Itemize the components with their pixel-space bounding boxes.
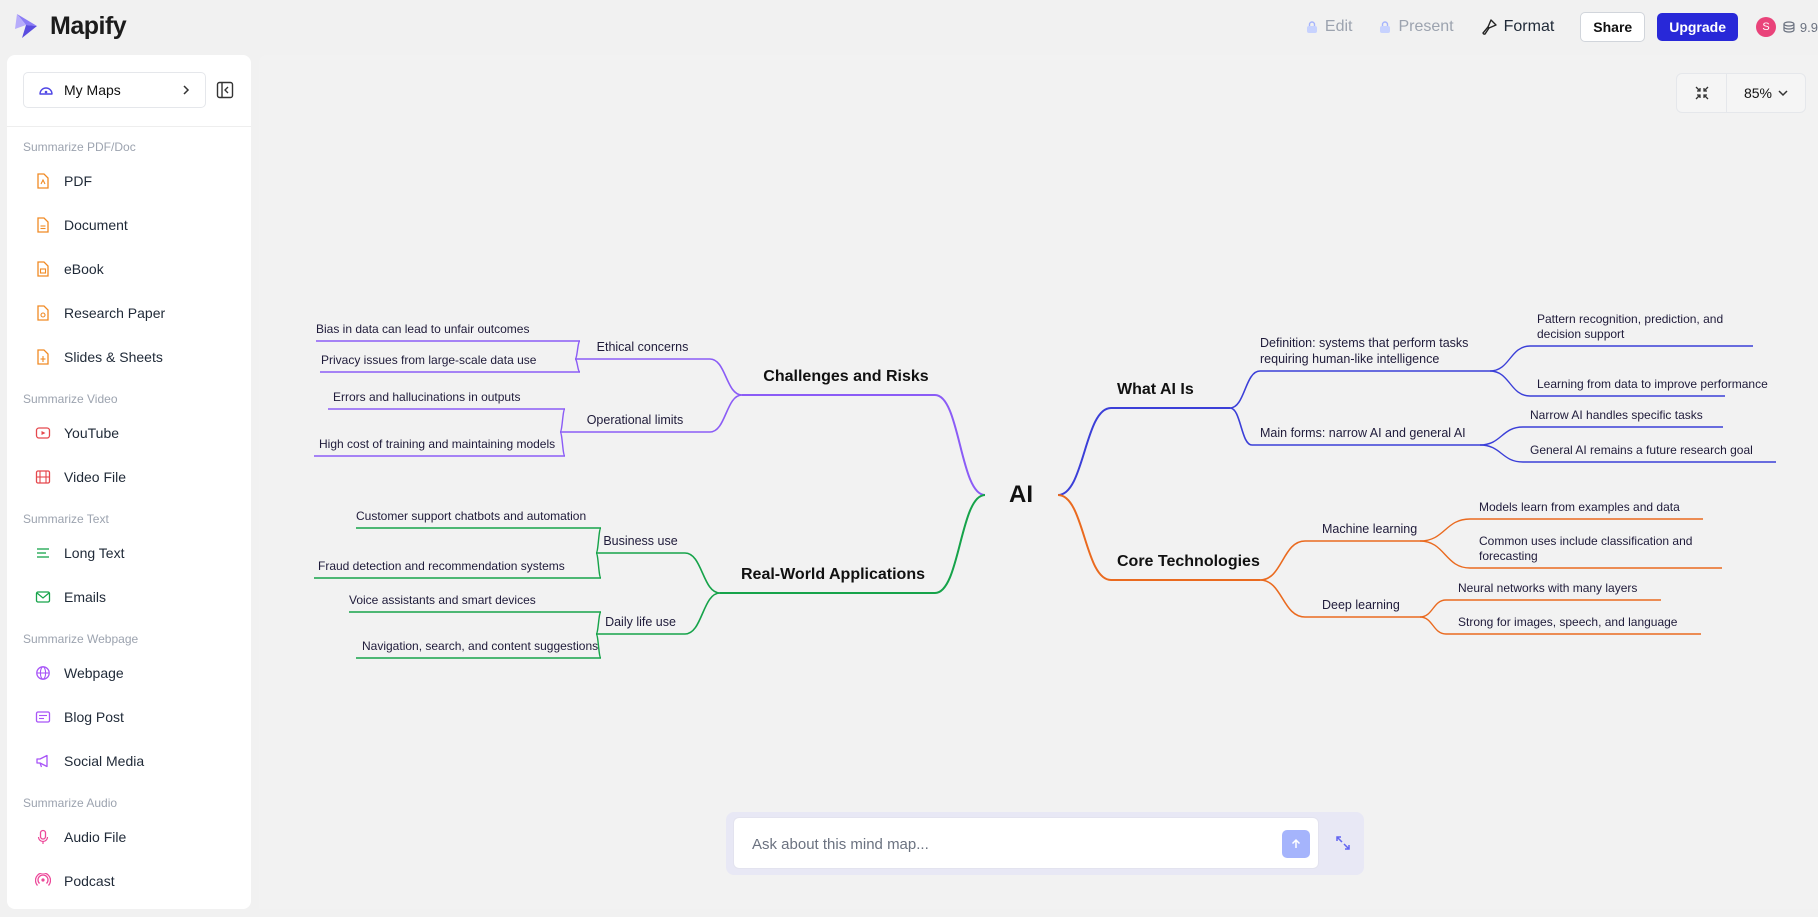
edit-button[interactable]: Edit — [1305, 18, 1353, 36]
sidebar-item-audio-file[interactable]: Audio File — [7, 815, 251, 859]
sidebar-item-emails[interactable]: Emails — [7, 575, 251, 619]
sidebar-item-research-paper[interactable]: Research Paper — [7, 291, 251, 335]
ask-input[interactable] — [752, 831, 1252, 857]
top-bar: Mapify Edit Present Format Share Upgrade… — [0, 0, 1818, 54]
coins-icon — [1783, 21, 1795, 33]
credits-counter[interactable]: 9.9 — [1782, 20, 1818, 35]
sidebar-item-label: eBook — [64, 261, 104, 277]
my-maps-label: My Maps — [64, 82, 121, 98]
present-label: Present — [1398, 18, 1454, 35]
credits-value: 9.9 — [1799, 19, 1818, 35]
sidebar-item-webpage[interactable]: Webpage — [7, 651, 251, 695]
pdf-file-icon — [35, 173, 51, 189]
sidebar-item-label: Social Media — [64, 753, 145, 769]
sidebar-item-podcast[interactable]: Podcast — [7, 859, 251, 903]
sidebar-section-title: Summarize Webpage — [23, 632, 139, 646]
format-label: Format — [1503, 18, 1555, 35]
sidebar-section-title: Summarize PDF/Doc — [23, 140, 136, 154]
sidebar-item-label: Podcast — [64, 873, 115, 889]
ask-box — [733, 817, 1319, 869]
zoom-controls: 85% — [1676, 73, 1806, 113]
sidebar-item-label: Blog Post — [64, 709, 124, 725]
podcast-icon — [35, 873, 51, 889]
shrink-arrows-icon — [1695, 86, 1708, 100]
video-file-icon — [35, 469, 51, 485]
sidebar-item-long-text[interactable]: Long Text — [7, 531, 251, 575]
lock-icon — [1380, 21, 1391, 33]
present-button[interactable]: Present — [1378, 18, 1454, 36]
sidebar-item-pdf[interactable]: PDF — [7, 159, 251, 203]
sidebar-item-ebook[interactable]: eBook — [7, 247, 251, 291]
chevron-right-icon — [183, 85, 190, 95]
mapify-logo[interactable]: Mapify — [12, 11, 127, 41]
collapse-sidebar-icon[interactable] — [216, 81, 234, 99]
expand-arrows-icon[interactable] — [1334, 834, 1352, 852]
email-icon — [35, 589, 51, 605]
sidebar-item-label: Audio File — [64, 829, 127, 845]
format-button[interactable]: Format — [1480, 18, 1555, 36]
sidebar-item-label: PDF — [64, 173, 92, 189]
sidebar-item-label: Document — [64, 217, 128, 233]
sidebar-section-title: Summarize Text — [23, 512, 109, 526]
fit-view-button[interactable] — [1677, 73, 1727, 113]
lock-icon — [1306, 21, 1317, 33]
sidebar-item-label: Emails — [64, 589, 107, 605]
sidebar-item-social-media[interactable]: Social Media — [7, 739, 251, 783]
sidebar-item-youtube[interactable]: YouTube — [7, 411, 251, 455]
sidebar-item-label: Webpage — [64, 665, 124, 681]
youtube-icon — [35, 425, 51, 441]
gauge-icon — [39, 87, 53, 95]
sidebar-item-video-file[interactable]: Video File — [7, 455, 251, 499]
arrow-up-icon — [1291, 838, 1301, 848]
my-maps-button[interactable]: My Maps — [23, 72, 206, 108]
ebook-file-icon — [35, 261, 51, 277]
mindmap-canvas[interactable] — [259, 55, 1818, 909]
zoom-level: 85% — [1743, 85, 1773, 101]
sidebar-item-label: Long Text — [64, 545, 125, 561]
zoom-level-dropdown[interactable]: 85% — [1727, 85, 1805, 101]
sidebar-item-slides-sheets[interactable]: Slides & Sheets — [7, 335, 251, 379]
research-paper-icon — [35, 305, 51, 321]
blog-post-icon — [35, 709, 51, 725]
sidebar: My Maps Summarize PDF/Doc PDF Document eBoo… — [7, 55, 251, 909]
sidebar-item-label: Research Paper — [64, 305, 166, 321]
sidebar-item-blog-post[interactable]: Blog Post — [7, 695, 251, 739]
upgrade-button[interactable]: Upgrade — [1657, 13, 1738, 41]
paintbrush-icon — [1481, 19, 1497, 35]
slides-sheets-icon — [35, 349, 51, 365]
share-button[interactable]: Share — [1580, 12, 1646, 42]
edit-label: Edit — [1324, 18, 1353, 35]
document-file-icon — [35, 217, 51, 233]
sidebar-sections: Summarize PDF/Doc PDF Document eBook Researc… — [7, 135, 251, 903]
mapify-logo-icon — [15, 14, 37, 38]
sidebar-divider — [7, 126, 251, 127]
sidebar-item-label: Slides & Sheets — [64, 349, 163, 365]
chevron-down-icon — [1778, 90, 1788, 97]
globe-icon — [35, 665, 51, 681]
long-text-icon — [35, 545, 51, 561]
sidebar-section-title: Summarize Video — [23, 392, 118, 406]
sidebar-item-label: Video File — [64, 469, 127, 485]
megaphone-icon — [35, 753, 51, 769]
ask-panel — [726, 812, 1364, 875]
sidebar-item-document[interactable]: Document — [7, 203, 251, 247]
send-button[interactable] — [1282, 830, 1310, 858]
microphone-icon — [35, 829, 51, 845]
user-avatar[interactable]: S — [1756, 17, 1776, 37]
app-name: Mapify — [50, 11, 127, 40]
sidebar-item-label: YouTube — [64, 425, 120, 441]
sidebar-section-title: Summarize Audio — [23, 796, 118, 810]
